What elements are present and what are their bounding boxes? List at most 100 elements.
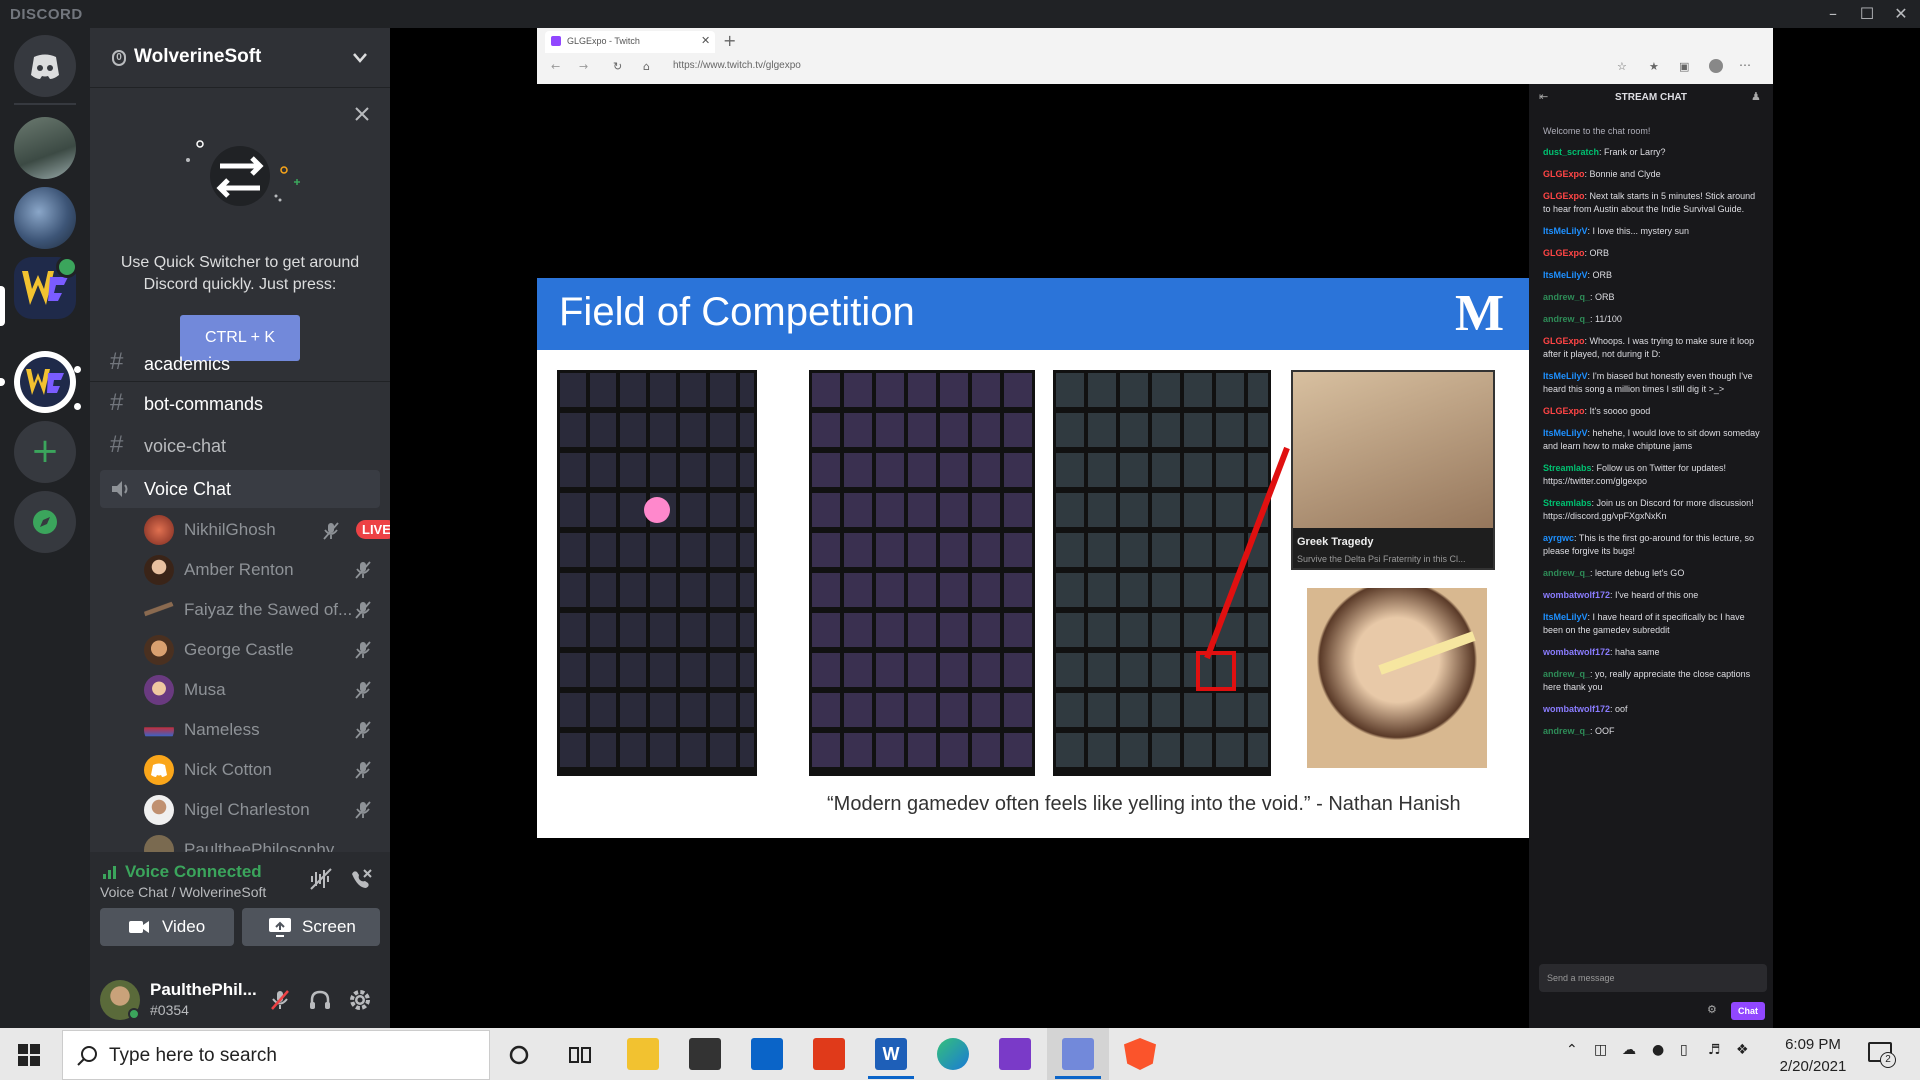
- mail-icon[interactable]: [751, 1038, 783, 1070]
- voice-user[interactable]: Amber Renton: [138, 552, 380, 588]
- chat-username[interactable]: andrew_q_: [1543, 726, 1590, 736]
- voice-user[interactable]: Nick Cotton: [138, 752, 380, 788]
- voice-user[interactable]: Nigel Charleston: [138, 792, 380, 828]
- chat-username[interactable]: andrew_q_: [1543, 568, 1590, 578]
- edge-icon[interactable]: [937, 1038, 969, 1070]
- add-server-icon[interactable]: +: [14, 421, 76, 483]
- extension-icon[interactable]: ☆: [1617, 60, 1627, 73]
- muted-mic-icon[interactable]: [268, 988, 292, 1012]
- users-icon[interactable]: ♟: [1751, 90, 1761, 103]
- address-bar[interactable]: https://www.twitch.tv/glgexpo: [673, 60, 1393, 78]
- minimize-icon[interactable]: –: [1816, 0, 1850, 28]
- chat-settings-icon[interactable]: ⚙: [1707, 1003, 1717, 1016]
- gear-icon[interactable]: [348, 988, 372, 1012]
- chat-username[interactable]: ItsMeLilyV: [1543, 371, 1588, 381]
- voice-user[interactable]: Faiyaz the Sawed of...: [138, 592, 380, 628]
- chat-username[interactable]: GLGExpo: [1543, 191, 1585, 201]
- voice-user[interactable]: George Castle: [138, 632, 380, 668]
- channel-bot-commands[interactable]: # bot-commands: [100, 385, 380, 423]
- show-hidden-icons-icon[interactable]: ⌃: [1566, 1042, 1578, 1058]
- volume-icon[interactable]: ♬: [1708, 1042, 1721, 1058]
- office-icon[interactable]: [813, 1038, 845, 1070]
- video-button[interactable]: Video: [100, 908, 234, 946]
- cortana-icon[interactable]: [508, 1044, 530, 1066]
- taskbar-search[interactable]: Type here to search: [62, 1030, 490, 1080]
- new-tab-icon[interactable]: +: [723, 31, 736, 50]
- chat-username[interactable]: ItsMeLilyV: [1543, 270, 1588, 280]
- chat-username[interactable]: wombatwolf172: [1543, 647, 1610, 657]
- taskbar-clock[interactable]: 6:09 PM 2/20/2021: [1768, 1034, 1858, 1078]
- explore-servers-button[interactable]: [14, 491, 76, 553]
- chat-message: GLGExpo: Whoops. I was trying to make su…: [1543, 335, 1765, 361]
- text-channel-icon: #: [110, 348, 124, 375]
- avatar: [144, 675, 174, 705]
- dropbox-icon[interactable]: ❖: [1736, 1042, 1749, 1058]
- close-icon[interactable]: [354, 106, 370, 122]
- home-icon[interactable]: ⌂: [643, 60, 650, 73]
- chat-username[interactable]: andrew_q_: [1543, 314, 1590, 324]
- chat-message: GLGExpo: Bonnie and Clyde: [1543, 168, 1765, 181]
- chat-username[interactable]: GLGExpo: [1543, 336, 1585, 346]
- voice-user[interactable]: Nameless: [138, 712, 380, 748]
- visual-studio-icon[interactable]: [999, 1038, 1031, 1070]
- chevron-down-icon[interactable]: [352, 52, 368, 64]
- voice-user[interactable]: Musa: [138, 672, 380, 708]
- chat-username[interactable]: ayrgwc: [1543, 533, 1574, 543]
- more-menu-icon[interactable]: ⋯: [1739, 58, 1751, 72]
- chat-username[interactable]: dust_scratch: [1543, 147, 1599, 157]
- back-icon[interactable]: ←: [551, 60, 560, 73]
- server-icon-2[interactable]: [14, 187, 76, 249]
- chat-username[interactable]: Streamlabs: [1543, 498, 1592, 508]
- screen-share-button[interactable]: Screen: [242, 908, 380, 946]
- profile-icon[interactable]: [1709, 59, 1723, 73]
- voice-user[interactable]: PaultheePhilosophy: [138, 832, 380, 852]
- chat-username[interactable]: andrew_q_: [1543, 669, 1590, 679]
- disconnect-call-icon[interactable]: [348, 866, 374, 892]
- browser-tab[interactable]: GLGExpo - Twitch ✕: [545, 31, 715, 53]
- chat-username[interactable]: GLGExpo: [1543, 248, 1585, 258]
- chat-username[interactable]: wombatwolf172: [1543, 590, 1610, 600]
- headphones-icon[interactable]: [308, 988, 332, 1012]
- reload-icon[interactable]: ↻: [613, 60, 622, 73]
- chat-username[interactable]: andrew_q_: [1543, 292, 1590, 302]
- microphone-icon[interactable]: ●: [1652, 1042, 1664, 1058]
- chat-username[interactable]: GLGExpo: [1543, 169, 1585, 179]
- chat-send-button[interactable]: Chat: [1731, 1002, 1765, 1020]
- favorites-icon[interactable]: ★: [1649, 60, 1659, 73]
- close-tab-icon[interactable]: ✕: [701, 34, 710, 47]
- chat-username[interactable]: ItsMeLilyV: [1543, 612, 1588, 622]
- device-icon[interactable]: ◫: [1594, 1042, 1607, 1058]
- server-icon-1[interactable]: [14, 117, 76, 179]
- signal-strength-icon[interactable]: [102, 864, 118, 880]
- onedrive-icon[interactable]: ☁: [1622, 1042, 1636, 1058]
- chat-input[interactable]: Send a message: [1539, 964, 1767, 992]
- forward-icon[interactable]: →: [579, 60, 588, 73]
- chat-username[interactable]: ItsMeLilyV: [1543, 428, 1588, 438]
- voice-status-location[interactable]: Voice Chat / WolverineSoft: [100, 884, 266, 900]
- microsoft-store-icon[interactable]: [689, 1038, 721, 1070]
- channel-voice-chat[interactable]: Voice Chat: [100, 470, 380, 508]
- chat-username[interactable]: ItsMeLilyV: [1543, 226, 1588, 236]
- collections-icon[interactable]: ▣: [1679, 60, 1689, 73]
- brave-icon[interactable]: [1124, 1038, 1156, 1070]
- battery-icon[interactable]: ▯: [1680, 1042, 1688, 1058]
- close-window-icon[interactable]: ✕: [1884, 0, 1918, 28]
- chat-message: andrew_q_: yo, really appreciate the clo…: [1543, 668, 1765, 694]
- chat-username[interactable]: wombatwolf172: [1543, 704, 1610, 714]
- discord-taskbar-item[interactable]: [1047, 1028, 1109, 1080]
- maximize-icon[interactable]: ☐: [1850, 0, 1884, 28]
- channel-voice-chat-text[interactable]: # voice-chat: [100, 427, 380, 465]
- server-icon-wolverinesoft[interactable]: [14, 351, 76, 413]
- channel-academics[interactable]: # academics: [100, 348, 380, 380]
- task-view-icon[interactable]: [568, 1044, 592, 1066]
- voice-user[interactable]: NikhilGhosh LIVE: [138, 512, 397, 548]
- chat-message: ItsMeLilyV: I have heard of it specifica…: [1543, 611, 1765, 637]
- chat-username[interactable]: GLGExpo: [1543, 406, 1585, 416]
- windows-start-icon[interactable]: [18, 1044, 40, 1066]
- file-explorer-icon[interactable]: [627, 1038, 659, 1070]
- home-button[interactable]: [14, 35, 76, 97]
- noise-suppression-icon[interactable]: [308, 866, 334, 892]
- server-header[interactable]: 0 WolverineSoft: [90, 28, 390, 88]
- chat-username[interactable]: Streamlabs: [1543, 463, 1592, 473]
- word-icon[interactable]: W: [875, 1038, 907, 1070]
